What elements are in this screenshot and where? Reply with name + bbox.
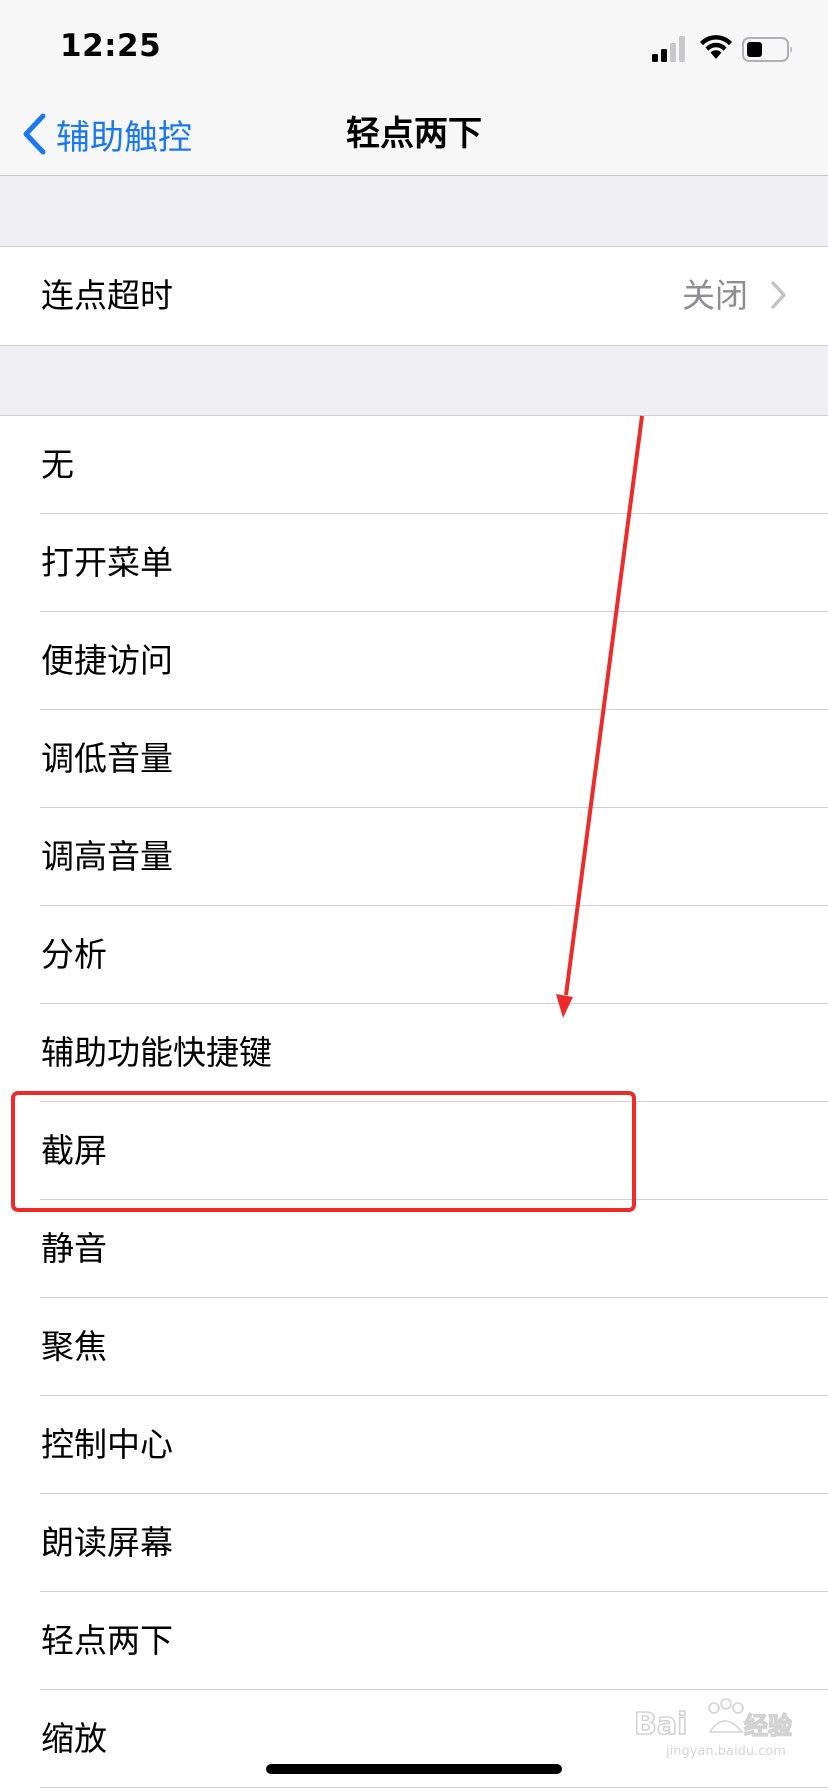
action-reachability[interactable]: 便捷访问: [0, 612, 828, 710]
chevron-left-icon: [22, 113, 46, 155]
action-label: 分析: [41, 935, 107, 974]
chevron-right-icon: [770, 280, 788, 314]
action-control-center[interactable]: 控制中心: [0, 1396, 828, 1494]
status-bar: 12:25: [0, 0, 828, 100]
watermark-url: jingyan.baidu.com: [666, 1744, 786, 1759]
tap-timeout-label: 连点超时: [41, 276, 173, 315]
action-label: 静音: [41, 1229, 107, 1268]
action-label: 朗读屏幕: [41, 1523, 173, 1562]
action-focus[interactable]: 聚焦: [0, 1298, 828, 1396]
action-label: 截屏: [41, 1131, 107, 1170]
action-speak-screen[interactable]: 朗读屏幕: [0, 1494, 828, 1592]
action-accessibility-shortcut[interactable]: 辅助功能快捷键: [0, 1004, 828, 1102]
action-label: 控制中心: [41, 1425, 173, 1464]
cellular-signal-icon: [652, 36, 688, 66]
action-analytics[interactable]: 分析: [0, 906, 828, 1004]
action-open-menu[interactable]: 打开菜单: [0, 514, 828, 612]
home-indicator[interactable]: [266, 1764, 562, 1774]
wifi-icon: [699, 35, 733, 65]
action-label: 无: [41, 445, 74, 484]
action-label: 调低音量: [41, 739, 173, 778]
svg-text:经验: 经验: [744, 1712, 792, 1740]
action-screenshot[interactable]: 截屏: [0, 1102, 828, 1200]
svg-text:Bai: Bai: [634, 1707, 687, 1742]
action-double-tap[interactable]: 轻点两下: [0, 1592, 828, 1690]
action-label: 缩放: [41, 1719, 107, 1758]
back-button-label: 辅助触控: [56, 117, 192, 158]
timeout-section: 连点超时 关闭: [0, 246, 828, 346]
tap-timeout-cell[interactable]: 连点超时 关闭: [0, 247, 828, 345]
back-button[interactable]: 辅助触控: [22, 106, 192, 162]
settings-screen: 12:25 轻点两下 辅助触控 连点超时 关闭 无 打开菜单 便捷访问 调低音量…: [0, 0, 828, 1792]
action-label: 辅助功能快捷键: [41, 1033, 272, 1072]
action-label: 聚焦: [41, 1327, 107, 1366]
action-label: 打开菜单: [41, 543, 173, 582]
action-volume-down[interactable]: 调低音量: [0, 710, 828, 808]
paw-logo-icon: Bai 经验: [633, 1698, 793, 1743]
baidu-watermark: Bai 经验 jingyan.baidu.com: [632, 1694, 793, 1759]
tap-timeout-value: 关闭: [682, 276, 748, 315]
action-list: 无 打开菜单 便捷访问 调低音量 调高音量 分析 辅助功能快捷键 截屏 静音 聚…: [0, 415, 828, 1792]
navigation-bar: 轻点两下 辅助触控: [0, 100, 828, 176]
action-volume-up[interactable]: 调高音量: [0, 808, 828, 906]
action-none[interactable]: 无: [0, 416, 828, 514]
action-label: 轻点两下: [41, 1621, 173, 1660]
status-time: 12:25: [60, 28, 162, 64]
action-mute[interactable]: 静音: [0, 1200, 828, 1298]
action-label: 便捷访问: [41, 641, 173, 680]
action-label: 调高音量: [41, 837, 173, 876]
battery-icon: [742, 37, 794, 67]
